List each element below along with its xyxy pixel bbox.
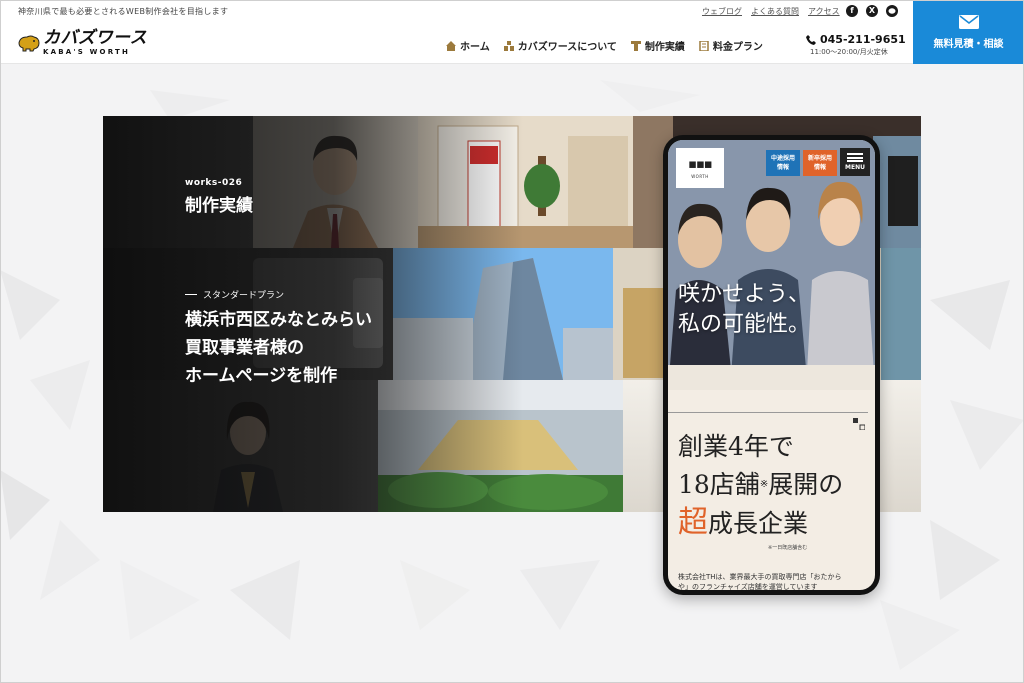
nav-label-home: ホーム xyxy=(460,42,490,53)
badge-line: 情報 xyxy=(813,164,826,171)
line-icon[interactable] xyxy=(886,5,898,17)
heading-growth: 成長企業 xyxy=(708,509,809,538)
link-faq[interactable]: よくある質問 xyxy=(751,6,799,17)
mock-heading: 創業4年で 18店舗※展開の 超成長企業 xyxy=(678,428,843,543)
main-nav: ホーム カバズワースについて 制作実績 料金プラン xyxy=(446,38,763,53)
mock-midcareer-button[interactable]: 中途採用 情報 xyxy=(766,150,800,176)
top-links: ウェブログ よくある質問 アクセス xyxy=(702,6,840,17)
heading-accent: 超 xyxy=(678,505,708,540)
body-line: 株式会社THは、業界最大手の買取専門店「おたから xyxy=(678,573,842,581)
mock-body-text: 株式会社THは、業界最大手の買取専門店「おたから や」のフランチャイズ店舗を運営… xyxy=(678,572,842,590)
nav-item-works[interactable]: 制作実績 xyxy=(630,38,685,53)
site-logo[interactable]: カバズワース KABA'S WORTH xyxy=(18,30,147,56)
headline-line: 買取事業者様の xyxy=(185,338,304,358)
nav-item-price[interactable]: 料金プラン xyxy=(699,38,763,53)
works-title: 制作実績 xyxy=(185,196,253,216)
x-icon[interactable]: X xyxy=(866,5,878,17)
social-links: f X xyxy=(846,5,898,17)
works-icon xyxy=(630,40,641,51)
mock-logo[interactable]: ▪▪▪ WORTH xyxy=(676,148,724,188)
phone-hours: 11:00〜20:00/月火定休 xyxy=(810,48,888,56)
badge-line: 中途採用 xyxy=(770,155,795,162)
phone-contact[interactable]: 045-211-9651 11:00〜20:00/月火定休 xyxy=(806,33,906,57)
works-headline: 横浜市西区みなとみらい 買取事業者様の ホームページを制作 xyxy=(185,306,372,390)
phone-number: 045-211-9651 xyxy=(820,33,906,46)
heading-stores: 18店舗 xyxy=(678,470,760,499)
smartphone-screen: ▪▪▪ WORTH 中途採用 情報 新卒採用 情報 MENU 咲かせよう、 私の… xyxy=(668,140,875,590)
corner-squares-icon xyxy=(853,418,865,430)
hippo-logo-icon xyxy=(18,35,40,52)
price-icon xyxy=(699,40,709,51)
mock-logo-mark: ▪▪▪ xyxy=(688,156,712,172)
heading-line2: 18店舗※展開の xyxy=(678,466,843,504)
site-header: 神奈川県で最も必要とされるWEB制作会社を目指します カバズワース KABA'S… xyxy=(0,0,1024,64)
catch-line: 咲かせよう、 xyxy=(678,282,811,307)
body-line: や」のフランチャイズ店舗を運営しています xyxy=(678,583,818,590)
badge-line: 新卒採用 xyxy=(807,155,832,162)
works-id: works-026 xyxy=(185,178,243,188)
mock-newgrad-button[interactable]: 新卒採用 情報 xyxy=(803,150,837,176)
site-tagline: 神奈川県で最も必要とされるWEB制作会社を目指します xyxy=(18,7,229,16)
link-blog[interactable]: ウェブログ xyxy=(702,6,742,17)
company-icon xyxy=(503,40,514,51)
heading-note-mark: ※ xyxy=(759,479,769,490)
cta-label: 無料見積・相談 xyxy=(933,38,1004,50)
headline-line: ホームページを制作 xyxy=(185,366,338,386)
nav-label-works: 制作実績 xyxy=(644,42,685,53)
nav-label-about: カバズワースについて xyxy=(517,42,617,53)
nav-item-home[interactable]: ホーム xyxy=(446,38,490,53)
badge-line: 情報 xyxy=(776,164,789,171)
home-icon xyxy=(446,40,456,51)
phone-icon xyxy=(806,34,816,45)
mock-menu-button[interactable]: MENU xyxy=(840,148,870,176)
plan-label: スタンダードプラン xyxy=(185,288,284,301)
heading-line3: 超成長企業 xyxy=(678,504,843,543)
mock-catchcopy: 咲かせよう、 私の可能性。 xyxy=(678,280,810,340)
smartphone-mockup: ▪▪▪ WORTH 中途採用 情報 新卒採用 情報 MENU 咲かせよう、 私の… xyxy=(663,135,880,595)
nav-label-price: 料金プラン xyxy=(712,42,763,53)
link-access[interactable]: アクセス xyxy=(808,6,840,17)
plan-text: スタンダードプラン xyxy=(203,291,285,301)
heading-line1: 創業4年で xyxy=(678,432,794,461)
heading-expansion: 展開の xyxy=(768,470,844,499)
mock-divider xyxy=(668,412,868,413)
facebook-icon[interactable]: f xyxy=(846,5,858,17)
logo-subtext: KABA'S WORTH xyxy=(43,48,130,56)
logo-wordmark: カバズワース xyxy=(43,28,148,48)
hamburger-icon xyxy=(847,153,863,162)
headline-line: 横浜市西区みなとみらい xyxy=(185,310,372,330)
mail-icon xyxy=(958,14,979,29)
nav-item-about[interactable]: カバズワースについて xyxy=(503,38,617,53)
mock-heading-note: ※一日既店舗含む xyxy=(768,545,808,551)
free-estimate-button[interactable]: 無料見積・相談 xyxy=(913,0,1024,64)
plan-dash xyxy=(185,294,197,295)
catch-line: 私の可能性。 xyxy=(678,312,811,337)
mock-logo-sub: WORTH xyxy=(691,173,709,179)
menu-label: MENU xyxy=(845,164,865,171)
